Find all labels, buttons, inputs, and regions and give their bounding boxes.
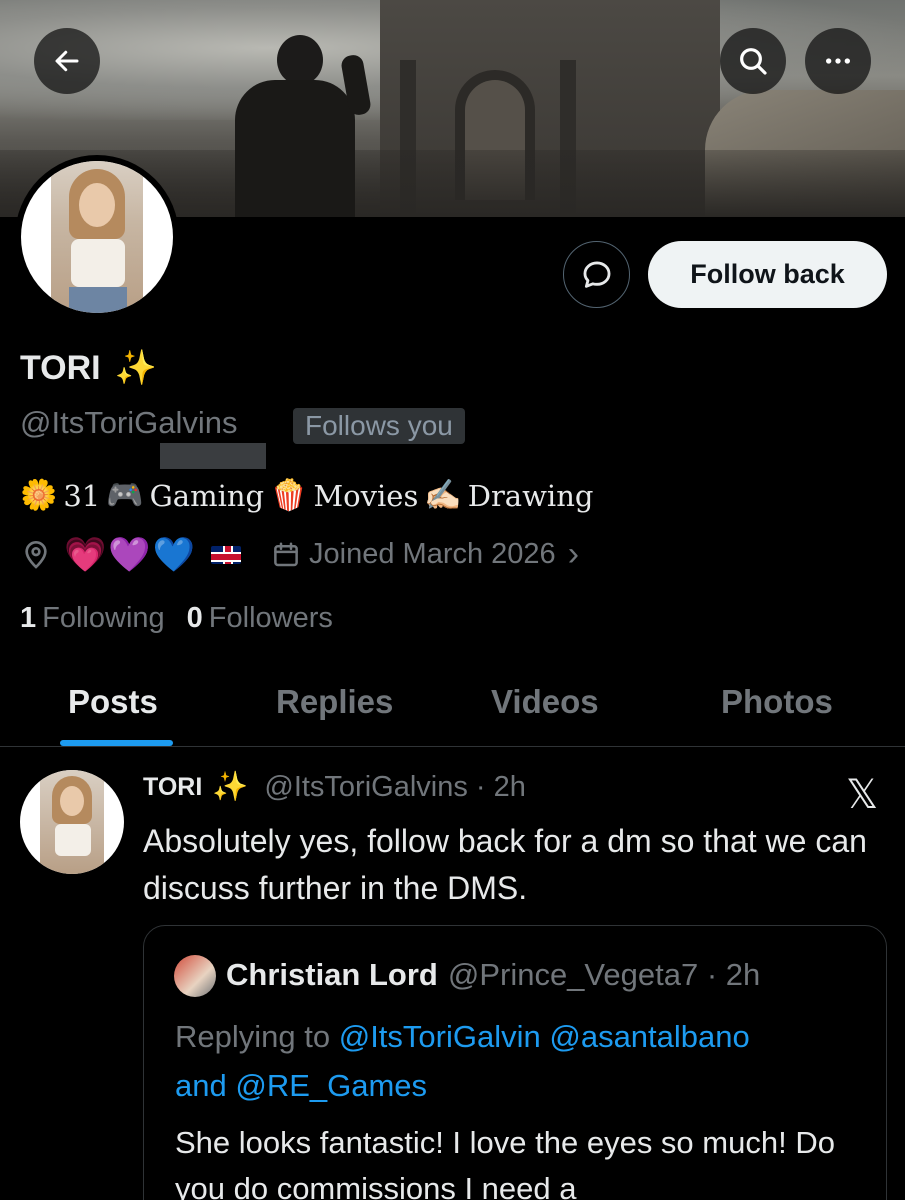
profile-name: TORI [20, 348, 101, 387]
tab-photos[interactable]: Photos [721, 683, 833, 721]
purple-heart-icon: 💜 [108, 534, 151, 575]
post-handle-time: @ItsToriGalvins · 2h [264, 770, 526, 803]
post-author-name[interactable]: TORI [143, 773, 202, 802]
popcorn-icon: 🍿 [270, 478, 308, 513]
message-bubble-icon [583, 261, 610, 288]
mention-link[interactable]: @ItsToriGalvin [339, 1019, 541, 1054]
calendar-icon [274, 542, 298, 566]
quote-replying-to: Replying to @ItsToriGalvin @asantalbano … [175, 1012, 865, 1110]
profile-tabs: Posts Replies Videos Photos [0, 665, 905, 747]
joined-date[interactable]: Joined March 2026 › [271, 535, 579, 574]
sparkles-icon: ✨ [114, 349, 157, 387]
location-pin-icon [25, 540, 47, 569]
redaction-bar [160, 443, 266, 469]
profile-handle: @ItsToriGalvins [20, 405, 238, 440]
post-text: Absolutely yes, follow back for a dm so … [143, 823, 867, 906]
tab-videos[interactable]: Videos [491, 683, 599, 721]
replying-and: and [175, 1068, 227, 1103]
profile-name-row: TORI ✨ [20, 348, 157, 388]
mention-link[interactable]: @asantalbano [549, 1019, 749, 1054]
bio-movies: Movies [313, 478, 419, 513]
active-tab-indicator [60, 740, 173, 746]
x-logo-icon: 𝕏 [846, 772, 879, 818]
mention-link[interactable]: @RE_Games [235, 1068, 427, 1103]
quote-avatar [174, 955, 216, 997]
location-hearts: 💗 💜 💙 [64, 538, 195, 572]
replying-prefix: Replying to [175, 1019, 331, 1054]
bio-drawing: Drawing [467, 478, 594, 513]
banner-soldier [215, 35, 375, 217]
follow-back-button[interactable]: Follow back [648, 241, 887, 308]
quote-header: Christian Lord @Prince_Vegeta7 · 2h [226, 957, 760, 993]
writing-hand-icon: ✍🏻 [424, 478, 462, 513]
quote-author-name: Christian Lord [226, 957, 438, 992]
post-avatar[interactable] [20, 770, 124, 874]
tab-posts[interactable]: Posts [68, 683, 158, 721]
following-label: Following [42, 602, 165, 634]
quote-handle-time: @Prince_Vegeta7 · 2h [447, 957, 761, 992]
game-controller-icon: 🎮 [106, 478, 144, 513]
sparkles-icon: ✨ [212, 771, 249, 803]
search-button[interactable] [720, 28, 786, 94]
profile-bio: 🌼 31 🎮 Gaming 🍿 Movies ✍🏻 Drawing [20, 478, 593, 513]
joined-label: Joined March 2026 [309, 538, 556, 570]
chevron-right-icon: › [567, 535, 580, 573]
arrow-left-icon [55, 50, 79, 72]
post-header: TORI ✨ @ItsToriGalvins · 2h [143, 770, 526, 804]
bio-gaming: Gaming [149, 478, 265, 513]
back-button[interactable] [34, 28, 100, 94]
followers-count: 0 [186, 602, 203, 634]
blue-heart-icon: 💙 [152, 534, 196, 575]
avatar-image [21, 161, 173, 313]
followers-link[interactable]: 0 Followers [187, 602, 333, 635]
more-button[interactable] [805, 28, 871, 94]
followers-label: Followers [208, 602, 333, 634]
search-icon [740, 48, 767, 75]
follows-you-badge: Follows you [293, 408, 465, 444]
message-button[interactable] [563, 241, 630, 308]
uk-flag-icon [211, 545, 242, 564]
bio-age: 31 [63, 478, 101, 513]
follow-counts: 1 Following 0 Followers [20, 602, 333, 635]
more-horizontal-icon [826, 58, 850, 64]
profile-avatar[interactable] [15, 155, 179, 319]
following-link[interactable]: 1 Following [20, 602, 165, 635]
pink-heart-icon: 💗 [64, 534, 107, 575]
tab-replies[interactable]: Replies [276, 683, 393, 721]
quote-text: She looks fantastic! I love the eyes so … [175, 1125, 835, 1200]
profile-meta: 💗 💜 💙 Joined March 2026 › [20, 535, 579, 574]
flower-icon: 🌼 [20, 478, 58, 513]
following-count: 1 [20, 602, 37, 634]
